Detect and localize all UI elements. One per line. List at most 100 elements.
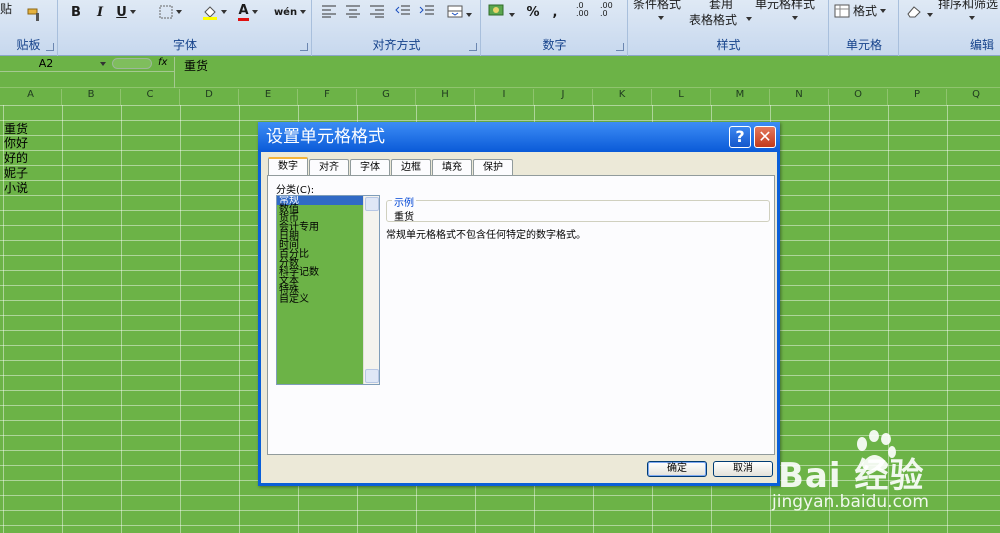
tab-fill[interactable]: 填充 — [432, 159, 472, 176]
sample-group — [386, 200, 770, 222]
merge-icon — [447, 5, 463, 18]
sort-filter-dropdown-icon[interactable] — [969, 16, 975, 20]
cell-a6[interactable]: 小说 — [4, 179, 28, 196]
column-header-l[interactable]: L — [652, 89, 711, 105]
phonetic-button[interactable]: wén — [273, 2, 307, 22]
increase-decimal-button[interactable]: .0 .00 — [576, 2, 596, 18]
paste-label[interactable]: 贴 — [0, 0, 12, 17]
column-header-p[interactable]: P — [888, 89, 947, 105]
alignment-label: 对齐方式 — [372, 38, 421, 52]
border-button[interactable] — [157, 2, 183, 22]
column-header-e[interactable]: E — [239, 89, 298, 105]
number-launcher-icon[interactable] — [616, 43, 624, 51]
accounting-format-button[interactable] — [488, 2, 515, 21]
underline-label: U — [116, 4, 127, 20]
alignment-group: 对齐方式 — [313, 0, 481, 56]
font-group: B I U A wén 字体 — [59, 0, 312, 56]
percent-button[interactable]: % — [524, 2, 542, 22]
baidu-watermark: Bai 经验 jingyan.baidu.com — [772, 430, 988, 525]
column-header-g[interactable]: G — [357, 89, 416, 105]
table-format-dropdown-icon[interactable] — [746, 17, 752, 21]
help-button[interactable]: ? — [729, 126, 751, 148]
close-button[interactable]: ✕ — [754, 126, 776, 148]
scroll-up-icon[interactable] — [365, 197, 379, 211]
column-header-i[interactable]: I — [475, 89, 534, 105]
column-header-o[interactable]: O — [829, 89, 888, 105]
font-launcher-icon[interactable] — [300, 43, 308, 51]
formula-bar-splitter[interactable] — [112, 58, 152, 69]
cancel-button[interactable]: 取消 — [713, 461, 773, 477]
styles-label: 样式 — [716, 38, 741, 52]
sample-legend: 示例 — [392, 194, 416, 209]
column-header-q[interactable]: Q — [947, 89, 1000, 105]
baidu-brand-text: Bai 经验 — [778, 456, 925, 496]
fill-bucket-icon — [202, 6, 217, 20]
font-color-button[interactable]: A — [233, 2, 263, 22]
name-box-dropdown-icon[interactable] — [100, 62, 106, 66]
comma-button[interactable]: , — [548, 2, 562, 22]
number-label: 数字 — [542, 38, 567, 52]
table-format-button[interactable]: 表格格式 — [689, 11, 737, 28]
clipboard-launcher-icon[interactable] — [46, 43, 54, 51]
wen-icon: wén — [273, 6, 298, 18]
align-right-icon[interactable] — [369, 4, 385, 21]
conditional-format-dropdown-icon[interactable] — [658, 16, 664, 20]
tab-number[interactable]: 数字 — [268, 157, 308, 176]
category-list[interactable]: 常规 数值 货币 会计专用 日期 时间 百分比 分数 科学记数 文本 特殊 自定… — [276, 195, 380, 385]
dialog-tabs: 数字 对齐 字体 边框 填充 保护 — [268, 157, 514, 176]
tab-font[interactable]: 字体 — [350, 159, 390, 176]
format-description: 常规单元格格式不包含任何特定的数字格式。 — [386, 230, 586, 241]
column-header-b[interactable]: B — [62, 89, 121, 105]
formula-input[interactable]: 重货 — [184, 57, 208, 74]
scroll-down-icon[interactable] — [365, 369, 379, 383]
ok-button[interactable]: 确定 — [647, 461, 707, 477]
edit-label: 编辑 — [969, 38, 994, 52]
decrease-decimal-button[interactable]: .00 .0 — [600, 2, 620, 18]
column-header-f[interactable]: F — [298, 89, 357, 105]
italic-button[interactable]: I — [91, 2, 109, 22]
sort-filter-button[interactable]: 排序和筛选 — [938, 0, 998, 12]
name-box[interactable]: A2 — [0, 57, 92, 71]
clear-eraser-icon[interactable] — [906, 4, 933, 21]
column-header-a[interactable]: A — [0, 89, 62, 105]
align-left-icon[interactable] — [321, 4, 337, 21]
tab-alignment[interactable]: 对齐 — [309, 159, 349, 176]
column-header-k[interactable]: K — [593, 89, 652, 105]
format-button[interactable]: 格式 — [834, 2, 887, 19]
number-group: % , .0 .00 .00 .0 数字 — [482, 0, 628, 56]
ribbon: 贴 贴板 B I U A wén 字体 对齐方式 % , .0 .00 .00 … — [0, 0, 1000, 56]
column-header-n[interactable]: N — [770, 89, 829, 105]
cell-style-dropdown-icon[interactable] — [792, 16, 798, 20]
tab-protection[interactable]: 保护 — [473, 159, 513, 176]
column-header-c[interactable]: C — [121, 89, 180, 105]
underline-button[interactable]: U — [113, 2, 139, 22]
alignment-launcher-icon[interactable] — [469, 43, 477, 51]
cell-style-button[interactable]: 单元格样式 — [755, 0, 815, 12]
font-color-icon: A — [238, 3, 249, 21]
formula-bar: A2 fx 重货 — [0, 57, 1000, 88]
formula-bar-divider — [174, 57, 175, 88]
styles-group: 条件格式 套用 表格格式 单元格样式 样式 — [629, 0, 829, 56]
conditional-format-button[interactable]: 条件格式 — [633, 0, 681, 12]
currency-icon — [488, 4, 504, 16]
number-tab-page: 分类(C): 常规 数值 货币 会计专用 日期 时间 百分比 分数 科学记数 文… — [267, 175, 775, 455]
name-box-divider — [0, 71, 174, 72]
merge-cells-button[interactable] — [447, 4, 472, 21]
align-center-icon[interactable] — [345, 4, 361, 21]
format-painter-icon[interactable] — [26, 8, 42, 22]
column-header-m[interactable]: M — [711, 89, 770, 105]
insert-function-icon[interactable]: fx — [158, 57, 167, 68]
cells-group: 格式 单元格 — [830, 0, 899, 56]
fill-color-button[interactable] — [199, 2, 229, 22]
column-header-d[interactable]: D — [180, 89, 239, 105]
increase-indent-icon[interactable] — [419, 4, 435, 21]
column-header-j[interactable]: J — [534, 89, 593, 105]
bold-button[interactable]: B — [67, 2, 85, 22]
column-header-h[interactable]: H — [416, 89, 475, 105]
dialog-title-bar[interactable]: 设置单元格格式 ? ✕ — [258, 122, 780, 152]
edit-group: 排序和筛选 编辑 — [900, 0, 1000, 56]
decrease-indent-icon[interactable] — [395, 4, 411, 21]
category-scrollbar[interactable] — [363, 196, 379, 384]
tab-border[interactable]: 边框 — [391, 159, 431, 176]
category-label: 分类(C): — [276, 185, 315, 196]
